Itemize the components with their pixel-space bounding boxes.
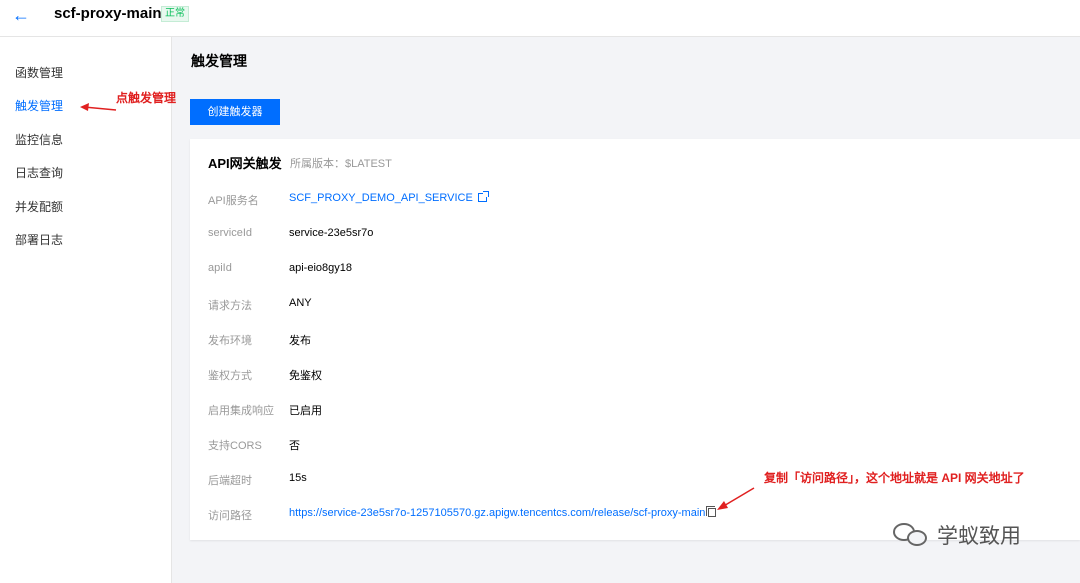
label-request-method: 请求方法 <box>208 300 252 312</box>
api-id-value: api-eio8gy18 <box>289 262 352 274</box>
backend-timeout-value: 15s <box>289 472 307 484</box>
integration-response-value: 已启用 <box>289 405 322 417</box>
api-service-link[interactable]: SCF_PROXY_DEMO_API_SERVICE <box>289 191 489 204</box>
external-link-icon[interactable] <box>477 191 489 202</box>
annotation-copy-path: 复制「访问路径」，这个地址就是 API 网关地址了 <box>764 471 1025 485</box>
function-name: scf-proxy-main <box>54 5 162 22</box>
label-access-path: 访问路径 <box>208 510 252 522</box>
status-badge: 正常 <box>161 6 189 22</box>
sidebar-item-triggers[interactable]: 触发管理 <box>15 97 63 114</box>
wechat-logo-icon <box>893 521 929 549</box>
access-path-row[interactable]: https://service-23e5sr7o-1257105570.gz.a… <box>289 506 717 519</box>
release-env-value: 发布 <box>289 335 311 347</box>
sidebar-item-deploy-logs[interactable]: 部署日志 <box>15 231 63 248</box>
watermark-text: 学蚁致用 <box>937 525 1021 548</box>
service-id-value: service-23e5sr7o <box>289 227 374 239</box>
label-integration-response: 启用集成响应 <box>208 405 274 417</box>
access-path-link[interactable]: https://service-23e5sr7o-1257105570.gz.a… <box>289 507 705 519</box>
annotation-click-trigger: 点触发管理 <box>116 91 177 105</box>
sidebar-item-concurrency[interactable]: 并发配额 <box>15 198 63 215</box>
auth-method-value: 免鉴权 <box>289 370 322 382</box>
label-api-service-name: API服务名 <box>208 195 259 207</box>
label-auth-method: 鉴权方式 <box>208 370 252 382</box>
label-api-id: apiId <box>208 262 232 274</box>
card-version: 所属版本：$LATEST <box>290 158 392 170</box>
request-method-value: ANY <box>289 297 312 309</box>
sidebar-item-monitoring[interactable]: 监控信息 <box>15 131 63 148</box>
label-cors: 支持CORS <box>208 440 262 452</box>
card-title: API网关触发 <box>208 156 282 171</box>
sidebar-item-logs[interactable]: 日志查询 <box>15 164 63 181</box>
api-service-name[interactable]: SCF_PROXY_DEMO_API_SERVICE <box>289 192 473 204</box>
label-release-env: 发布环境 <box>208 335 252 347</box>
create-trigger-button[interactable]: 创建触发器 <box>190 99 280 125</box>
sidebar: 函数管理 触发管理 监控信息 日志查询 并发配额 部署日志 <box>0 37 172 583</box>
sidebar-item-functions[interactable]: 函数管理 <box>15 64 63 81</box>
cors-value: 否 <box>289 440 300 452</box>
label-service-id: serviceId <box>208 227 253 239</box>
copy-icon[interactable] <box>706 506 717 517</box>
label-backend-timeout: 后端超时 <box>208 475 252 487</box>
back-arrow-icon[interactable]: ← <box>12 5 32 25</box>
top-bar: ← scf-proxy-main 正常 <box>0 0 1080 37</box>
watermark: 学蚁致用 <box>893 520 1021 550</box>
page-title: 触发管理 <box>191 53 247 69</box>
